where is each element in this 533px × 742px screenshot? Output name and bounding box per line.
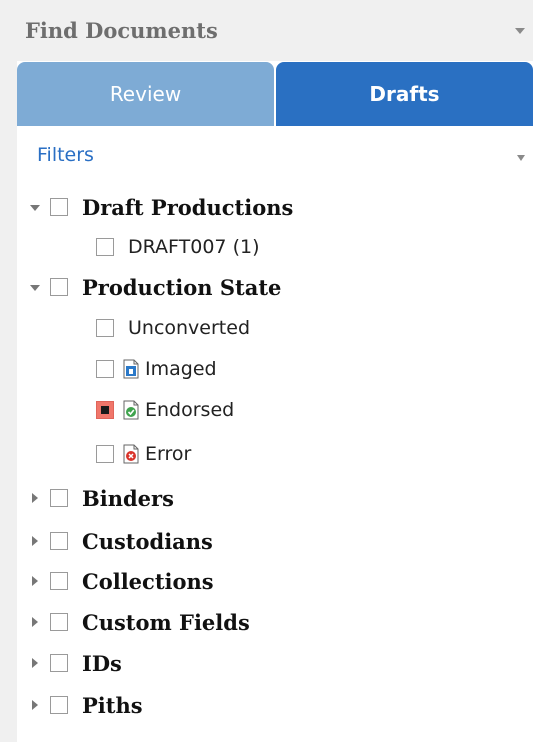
expand-toggle-icon[interactable] (29, 281, 41, 293)
node-label: Error (145, 443, 192, 465)
filters-label[interactable]: Filters (37, 144, 94, 166)
tree-node-custodians[interactable]: Custodians (29, 526, 213, 556)
chevron-down-icon[interactable] (515, 28, 525, 34)
node-label: Binders (82, 485, 174, 511)
tree-node-unconverted[interactable]: Unconverted (96, 313, 250, 343)
node-label: Custodians (82, 528, 213, 554)
expand-toggle-icon[interactable] (29, 201, 41, 213)
node-label: Collections (82, 568, 214, 594)
tree-node-custom-fields[interactable]: Custom Fields (29, 607, 250, 637)
checkbox[interactable] (50, 696, 68, 714)
expand-toggle-icon[interactable] (29, 492, 41, 504)
node-label: Imaged (145, 358, 217, 380)
checkbox[interactable] (50, 278, 68, 296)
header-title: Find Documents (25, 18, 218, 43)
tree-node-production-state[interactable]: Production State (29, 272, 281, 302)
find-documents-header[interactable]: Find Documents (17, 0, 533, 61)
checkbox-checked[interactable] (96, 401, 114, 419)
imaged-doc-icon (123, 359, 139, 379)
node-label: DRAFT007 (1) (128, 236, 260, 258)
tree-node-ids[interactable]: IDs (29, 648, 122, 678)
tree-node-collections[interactable]: Collections (29, 566, 214, 596)
expand-toggle-icon[interactable] (29, 699, 41, 711)
expand-toggle-icon[interactable] (29, 657, 41, 669)
expand-toggle-icon[interactable] (29, 616, 41, 628)
tree-node-draft007[interactable]: DRAFT007 (1) (96, 232, 259, 262)
checkbox[interactable] (96, 360, 114, 378)
checkbox[interactable] (96, 445, 114, 463)
node-label: Piths (82, 692, 143, 718)
checkbox[interactable] (96, 238, 114, 256)
tab-review[interactable]: Review (17, 62, 274, 126)
node-label: Draft Productions (82, 194, 294, 220)
node-label: Production State (82, 274, 282, 300)
checkbox[interactable] (50, 572, 68, 590)
expand-toggle-icon[interactable] (29, 535, 41, 547)
checkbox[interactable] (50, 654, 68, 672)
error-doc-icon (123, 444, 139, 464)
tree-node-error[interactable]: Error (96, 439, 191, 469)
checkbox[interactable] (50, 489, 68, 507)
endorsed-doc-icon (123, 400, 139, 420)
checkbox[interactable] (50, 532, 68, 550)
checkbox[interactable] (50, 613, 68, 631)
left-panel-strip (0, 0, 17, 742)
tree-node-endorsed[interactable]: Endorsed (96, 395, 234, 425)
tree-node-binders[interactable]: Binders (29, 483, 174, 513)
node-label: IDs (82, 650, 122, 676)
node-label: Unconverted (128, 317, 251, 339)
tree-node-piths[interactable]: Piths (29, 690, 143, 720)
expand-toggle-icon[interactable] (29, 575, 41, 587)
filters-chevron-down-icon[interactable] (517, 155, 525, 161)
tree-node-draft-productions[interactable]: Draft Productions (29, 192, 293, 222)
tree-node-imaged[interactable]: Imaged (96, 354, 217, 384)
node-label: Custom Fields (82, 609, 250, 635)
checkbox[interactable] (50, 198, 68, 216)
node-label: Endorsed (145, 399, 235, 421)
checkbox[interactable] (96, 319, 114, 337)
tab-drafts[interactable]: Drafts (276, 62, 533, 126)
